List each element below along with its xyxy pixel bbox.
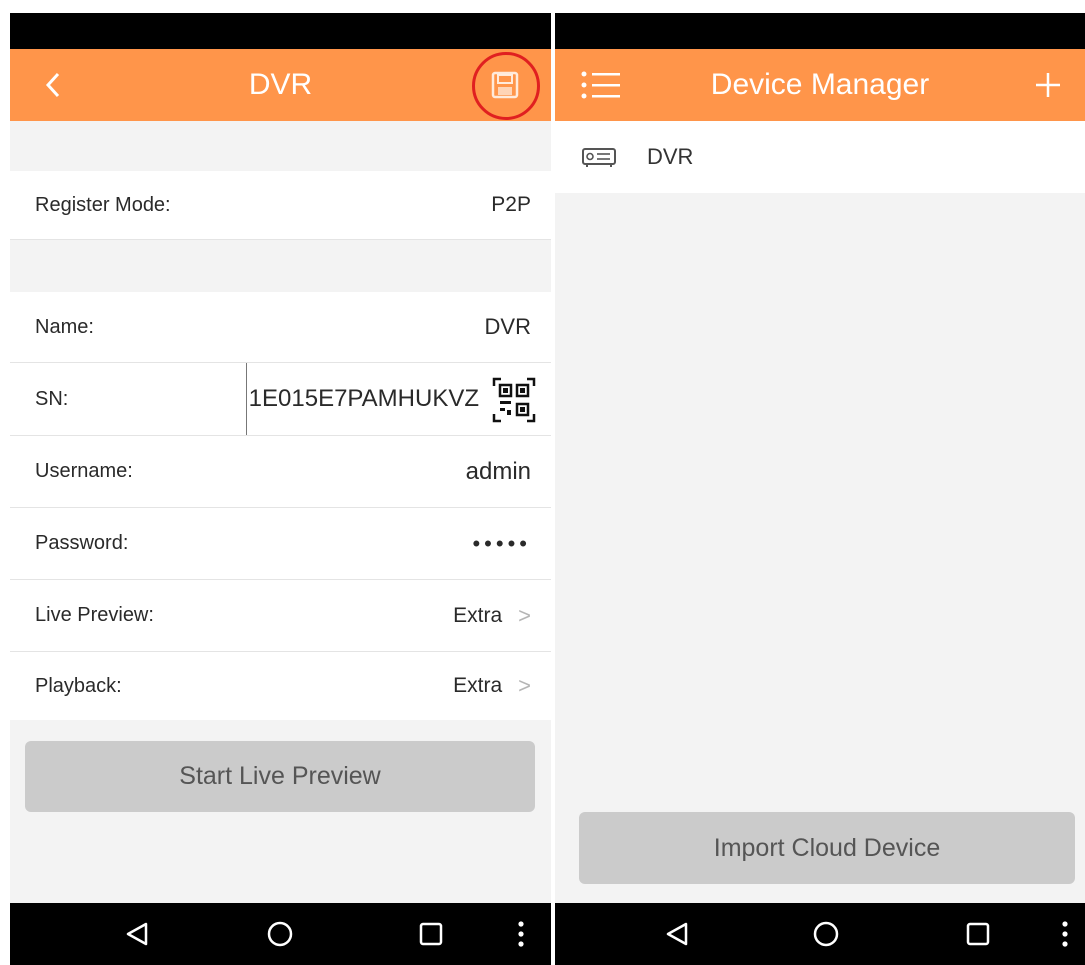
password-row[interactable]: Password: ••••• [10,508,551,580]
android-nav-bar [555,903,1085,965]
nav-recents-button[interactable] [948,903,1008,965]
device-manager-screen: Device Manager DVR Import Cloud Device [555,13,1085,965]
username-row[interactable]: Username: admin [10,436,551,508]
name-label: Name: [35,315,94,338]
username-label: Username: [35,460,133,482]
app-bar: Device Manager [555,49,1085,121]
nav-back-button[interactable] [647,903,707,965]
import-cloud-device-button[interactable]: Import Cloud Device [579,812,1075,884]
dots-more-icon [518,921,524,947]
sn-row[interactable]: SN: 1E015E7PAMHUKVZ [10,363,551,436]
password-label: Password: [35,532,129,554]
dvr-device-icon [582,148,616,167]
status-bar [555,13,1085,49]
password-field[interactable]: ••••• [472,508,531,579]
nav-recents-button[interactable] [401,903,461,965]
circle-home-icon [267,921,293,947]
live-preview-label: Live Preview: [35,604,154,626]
qr-scan-button[interactable] [489,375,539,425]
dots-more-icon [1062,921,1068,947]
nav-home-button[interactable] [250,903,310,965]
nav-home-button[interactable] [796,903,856,965]
sn-label: SN: [35,387,69,410]
register-mode-label: Register Mode: [35,193,171,216]
chevron-right-icon: > [518,673,531,698]
live-preview-value: Extra [453,603,503,627]
nav-more-button[interactable] [1035,903,1085,965]
android-nav-bar [10,903,551,965]
register-mode-row[interactable]: Register Mode: P2P [10,171,551,240]
nav-back-button[interactable] [107,903,167,965]
qr-code-icon [492,377,536,423]
circle-home-icon [813,921,839,947]
triangle-back-icon [126,922,148,946]
playback-row[interactable]: Playback: Extra > [10,652,551,720]
live-preview-row[interactable]: Live Preview: Extra > [10,580,551,652]
triangle-back-icon [666,922,688,946]
username-field[interactable]: admin [466,436,531,507]
dvr-settings-screen: DVR Register Mode: P2P Name: DVR SN: 1E0… [10,13,551,965]
app-bar: DVR [10,49,551,121]
plus-icon [1036,73,1060,97]
sn-field[interactable]: 1E015E7PAMHUKVZ [245,363,479,435]
save-button[interactable] [472,52,540,120]
playback-label: Playback: [35,674,122,697]
start-live-preview-button[interactable]: Start Live Preview [25,741,535,812]
square-recents-icon [419,922,443,946]
playback-value: Extra [453,674,503,697]
register-mode-value: P2P [491,193,531,216]
chevron-right-icon: > [518,602,531,628]
add-device-button[interactable] [1025,63,1071,107]
status-bar [10,13,551,49]
nav-more-button[interactable] [491,903,551,965]
name-field[interactable]: DVR [485,292,531,362]
highlight-circle [472,52,540,120]
page-title: DVR [248,68,313,101]
device-name: DVR [647,144,694,169]
device-list-item[interactable]: DVR [555,121,1085,193]
square-recents-icon [966,922,990,946]
page-title: Device Manager [710,68,930,101]
name-row[interactable]: Name: DVR [10,292,551,363]
